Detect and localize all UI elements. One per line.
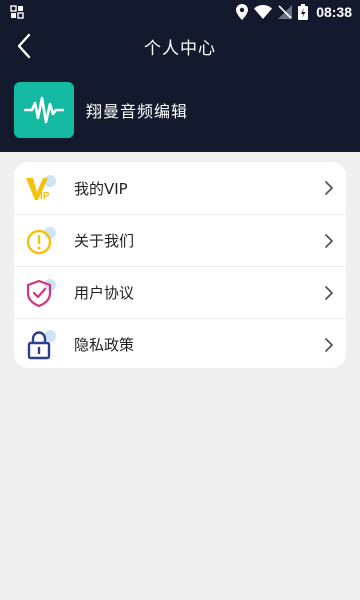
page-title: 个人中心: [144, 39, 216, 59]
menu-item-user-agreement[interactable]: 用户协议: [14, 266, 346, 318]
app-info: 翔曼音频编辑: [14, 82, 188, 138]
menu-item-label: 隐私政策: [74, 336, 135, 354]
vip-icon: IP: [26, 175, 56, 202]
menu-item-label: 我的VIP: [74, 179, 128, 198]
location-icon: [236, 4, 249, 20]
menu-item-label: 关于我们: [74, 232, 135, 250]
no-signal-icon: [278, 5, 293, 19]
info-icon: [26, 227, 56, 255]
wifi-icon: [254, 5, 273, 19]
waveform-icon: [24, 96, 64, 124]
menu-card: IP 我的VIP 关于我们 用户协议 隐私政策: [14, 162, 346, 368]
status-time: 08:38: [316, 4, 352, 20]
header: 08:38 个人中心 翔曼音频编辑: [0, 0, 360, 152]
chevron-right-icon: [325, 338, 333, 352]
menu-item-label: 用户协议: [74, 284, 135, 302]
menu-item-about[interactable]: 关于我们: [14, 214, 346, 266]
app-logo: [14, 82, 74, 138]
chevron-right-icon: [325, 286, 333, 300]
battery-icon: [298, 4, 309, 20]
menu-item-privacy-policy[interactable]: 隐私政策: [14, 318, 346, 368]
chevron-right-icon: [325, 181, 333, 195]
status-bar: 08:38: [0, 0, 360, 24]
chevron-right-icon: [325, 234, 333, 248]
notification-icon: [10, 5, 24, 19]
navbar: 个人中心: [0, 24, 360, 68]
lock-icon: [27, 330, 56, 360]
shield-check-icon: [26, 279, 56, 308]
menu-item-vip[interactable]: IP 我的VIP: [14, 162, 346, 214]
app-name: 翔曼音频编辑: [86, 102, 189, 121]
svg-text:IP: IP: [40, 191, 50, 202]
